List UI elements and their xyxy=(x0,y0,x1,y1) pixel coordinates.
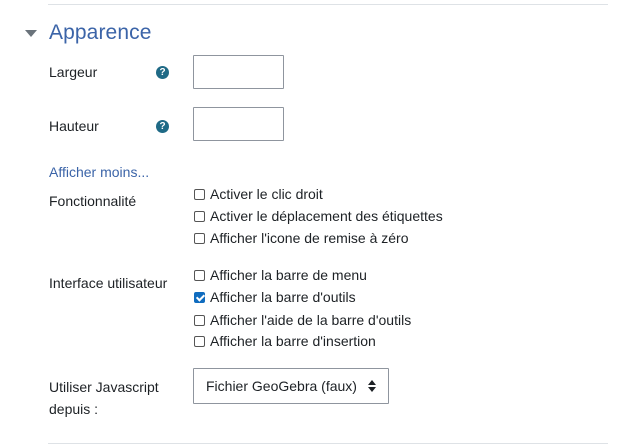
question-circle-icon[interactable]: ? xyxy=(156,120,169,133)
javascript-source-label-line2: depuis : xyxy=(49,401,99,417)
checkbox-reset-icon[interactable]: Afficher l'icone de remise à zéro xyxy=(194,228,409,248)
bottom-divider xyxy=(48,443,608,444)
width-label: Largeur xyxy=(49,64,98,80)
section-title: Apparence xyxy=(49,21,152,44)
functionality-label: Fonctionnalité xyxy=(49,193,137,209)
appearance-settings-page: Apparence Largeur ? Hauteur ? Afficher m… xyxy=(0,0,623,448)
checkbox-box-checked[interactable] xyxy=(194,291,205,303)
checkbox-box[interactable] xyxy=(194,335,205,347)
checkbox-right-click[interactable]: Activer le clic droit xyxy=(194,184,323,204)
height-input[interactable] xyxy=(193,107,284,141)
checkbox-label: Activer le déplacement des étiquettes xyxy=(210,208,443,224)
show-less-link[interactable]: Afficher moins... xyxy=(49,162,149,182)
select-value: Fichier GeoGebra (faux) xyxy=(206,378,357,394)
checkbox-box[interactable] xyxy=(194,188,205,200)
checkbox-box[interactable] xyxy=(194,232,205,244)
checkbox-label: Activer le clic droit xyxy=(210,186,323,202)
section-header-appearance[interactable]: Apparence xyxy=(25,18,151,48)
top-divider xyxy=(48,4,608,5)
checkbox-label: Afficher l'aide de la barre d'outils xyxy=(210,312,412,328)
javascript-source-select[interactable]: Fichier GeoGebra (faux) xyxy=(193,368,389,404)
checkbox-label: Afficher la barre de menu xyxy=(210,267,367,283)
checkbox-input-bar[interactable]: Afficher la barre d'insertion xyxy=(194,331,376,351)
checkbox-toolbar[interactable]: Afficher la barre d'outils xyxy=(194,287,356,307)
checkbox-label: Afficher la barre d'outils xyxy=(210,289,356,305)
checkbox-label: Afficher l'icone de remise à zéro xyxy=(210,230,409,246)
checkbox-menu-bar[interactable]: Afficher la barre de menu xyxy=(194,265,367,285)
width-input[interactable] xyxy=(193,55,284,89)
checkbox-box[interactable] xyxy=(194,314,205,326)
height-label: Hauteur xyxy=(49,118,99,134)
sort-arrows-icon xyxy=(368,379,376,393)
checkbox-box[interactable] xyxy=(194,269,205,281)
caret-down-icon[interactable] xyxy=(25,29,37,37)
javascript-source-label-line1: Utiliser Javascript xyxy=(49,379,159,395)
user-interface-label: Interface utilisateur xyxy=(49,275,168,291)
checkbox-label: Afficher la barre d'insertion xyxy=(210,333,376,349)
question-circle-icon[interactable]: ? xyxy=(156,66,169,79)
checkbox-box[interactable] xyxy=(194,210,205,222)
checkbox-toolbar-help[interactable]: Afficher l'aide de la barre d'outils xyxy=(194,310,411,330)
checkbox-drag-labels[interactable]: Activer le déplacement des étiquettes xyxy=(194,206,443,226)
